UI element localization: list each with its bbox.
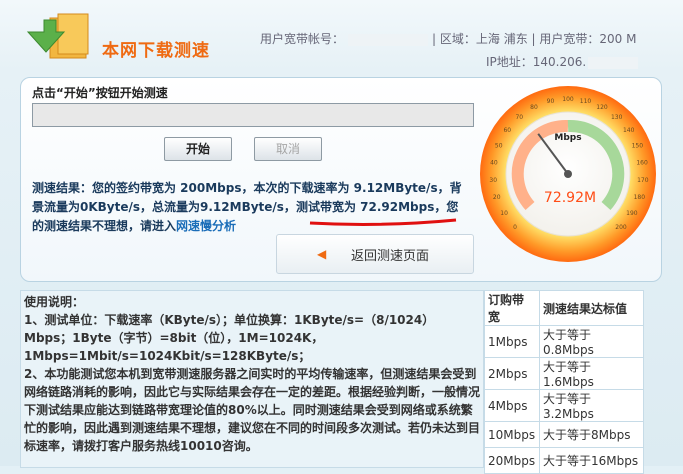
table-row: 2Mbps 大于等于1.6Mbps bbox=[484, 357, 645, 390]
table-cell: 大于等于1.6Mbps bbox=[538, 357, 645, 390]
account-mask bbox=[348, 33, 429, 46]
gauge-tick-label: 140 bbox=[623, 127, 635, 134]
gauge-tick-label: 90 bbox=[547, 98, 555, 105]
back-label: 返回测速页面 bbox=[351, 249, 430, 264]
usage-text: 1、测试单位：下载速率（KByte/s）；单位换算：1KByte/s=（8/10… bbox=[24, 311, 482, 455]
ip-info: IP地址：140.206. bbox=[486, 53, 640, 70]
gauge-value: 72.92M bbox=[544, 190, 596, 206]
account-details: | 区域：上海 浦东 | 用户宽带：200 M bbox=[432, 32, 637, 46]
table-row: 1Mbps 大于等于0.8Mbps bbox=[484, 325, 645, 358]
table-header: 测速结果达标值 bbox=[538, 290, 645, 326]
table-cell: 大于等于16Mbps bbox=[538, 447, 645, 474]
gauge-tick-label: 120 bbox=[596, 104, 608, 111]
gauge-tick-label: 200 bbox=[615, 224, 627, 231]
gauge-tick-label: 60 bbox=[503, 127, 511, 134]
red-underline bbox=[309, 218, 457, 226]
gauge-tick-label: 70 bbox=[515, 114, 523, 121]
table-cell: 大于等于3.2Mbps bbox=[538, 389, 645, 422]
gauge-tick-label: 170 bbox=[637, 177, 649, 184]
start-button[interactable]: 开始 bbox=[164, 137, 232, 161]
table-row: 10Mbps 大于等于8Mbps bbox=[484, 421, 645, 448]
download-box-icon bbox=[26, 13, 89, 59]
gauge-tick-label: 110 bbox=[580, 98, 592, 105]
gauge-tick-label: 30 bbox=[489, 177, 497, 184]
start-hint: 点击“开始”按钮开始测速 bbox=[32, 86, 168, 100]
table-cell: 1Mbps bbox=[484, 325, 540, 358]
gauge-unit: Mbps bbox=[554, 133, 581, 143]
page-title: 本网下载测速 bbox=[102, 41, 210, 61]
speed-gauge: Mbps 0 10 20 30 40 50 60 70 80 90 100 110 120130140 1… bbox=[480, 86, 656, 262]
gauge-tick-label: 160 bbox=[636, 159, 648, 166]
usage-line-1: 1、测试单位：下载速率（KByte/s）；单位换算：1KByte/s=（8/10… bbox=[24, 313, 435, 363]
table-cell: 10Mbps bbox=[484, 421, 540, 448]
gauge-tick-label: 0 bbox=[513, 224, 517, 231]
back-to-test-button[interactable]: ◀ 返回测速页面 bbox=[276, 234, 474, 274]
ip-label: IP地址：140.206. bbox=[486, 55, 587, 69]
gauge-hub bbox=[564, 170, 572, 178]
gauge-tick-label: 180 bbox=[634, 194, 646, 201]
bandwidth-standard-table: 订购带宽 测速结果达标值 1Mbps 大于等于0.8Mbps 2Mbps 大于等于1… bbox=[484, 290, 645, 474]
table-row: 4Mbps 大于等于3.2Mbps bbox=[484, 389, 645, 422]
table-row: 20Mbps 大于等于16Mbps bbox=[484, 447, 645, 474]
result-bandwidth: 测试带宽为 72.92Mbps bbox=[295, 200, 435, 214]
progress-bar bbox=[32, 103, 474, 127]
slow-analysis-link[interactable]: 网速慢分析 bbox=[176, 219, 236, 233]
table-cell: 大于等于8Mbps bbox=[538, 421, 645, 448]
gauge-tick-label: 50 bbox=[495, 142, 503, 149]
table-header: 订购带宽 bbox=[484, 290, 540, 326]
gauge-tick-label: 190 bbox=[626, 210, 638, 217]
gauge-tick-label: 130 bbox=[611, 114, 623, 121]
ip-mask bbox=[588, 56, 639, 69]
usage-line-2: 2、本功能测试您本机到宽带测速服务器之间实时的平均传输速率，但测速结果会受到网络… bbox=[24, 367, 481, 453]
table-cell: 4Mbps bbox=[484, 389, 540, 422]
table-cell: 2Mbps bbox=[484, 357, 540, 390]
cancel-button[interactable]: 取消 bbox=[254, 137, 322, 161]
gauge-tick-label: 150 bbox=[632, 142, 644, 149]
table-header-row: 订购带宽 测速结果达标值 bbox=[484, 290, 645, 326]
test-result: 测速结果：您的签约带宽为 200Mbps，本次的下载速率为 9.12MByte/… bbox=[32, 179, 470, 236]
account-label: 用户宽带帐号： bbox=[260, 32, 345, 46]
account-info: 用户宽带帐号： | 区域：上海 浦东 | 用户宽带：200 M bbox=[260, 30, 636, 47]
gauge-tick-label: 10 bbox=[500, 210, 508, 217]
table-cell: 大于等于0.8Mbps bbox=[538, 325, 645, 358]
gauge-tick-label: 40 bbox=[490, 159, 498, 166]
arrow-left-icon: ◀ bbox=[317, 247, 327, 261]
table-cell: 20Mbps bbox=[484, 447, 540, 474]
gauge-tick-label: 20 bbox=[493, 194, 501, 201]
gauge-tick-label: 80 bbox=[530, 104, 538, 111]
usage-title: 使用说明： bbox=[24, 295, 85, 309]
gauge-tick-label: 100 bbox=[562, 96, 574, 103]
